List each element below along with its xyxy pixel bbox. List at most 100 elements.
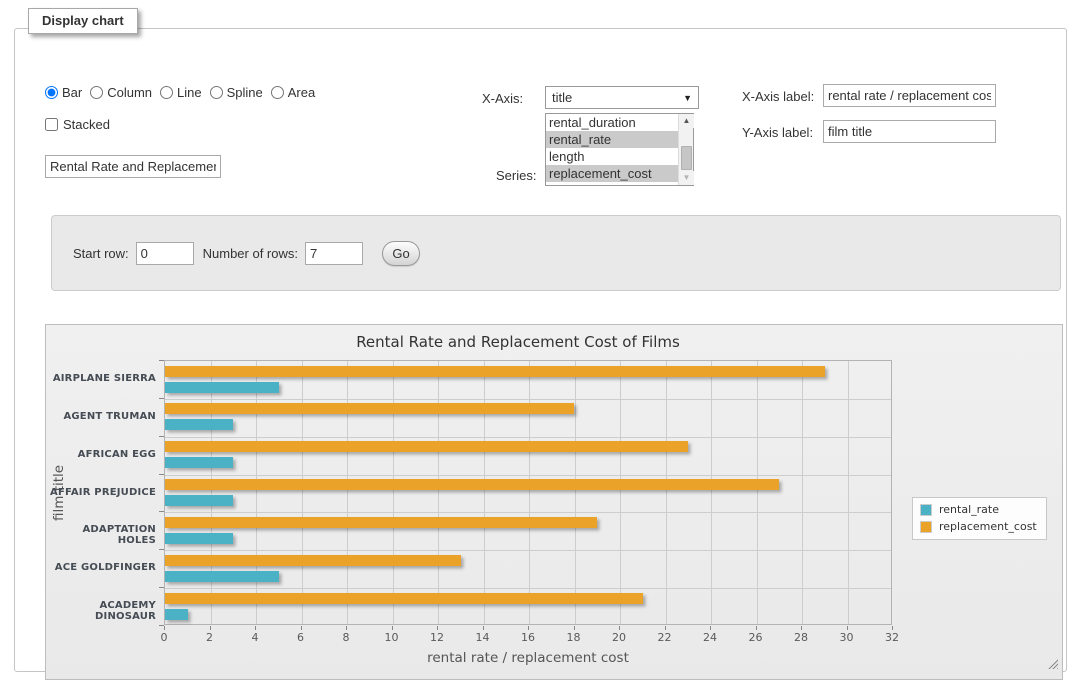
radio-column[interactable] [90, 86, 103, 99]
x-tick-mark [392, 626, 393, 630]
chart-x-axis-title: rental rate / replacement cost [164, 650, 892, 666]
x-tick-mark [437, 626, 438, 630]
x-tick-mark [847, 626, 848, 630]
x-tick-label: 6 [284, 631, 318, 644]
display-chart-fieldset: BarColumnLineSplineArea Stacked X-Axis: … [14, 28, 1067, 672]
radio-bar[interactable] [45, 86, 58, 99]
gridline-vertical [848, 361, 849, 624]
bar-rental_rate [165, 533, 233, 544]
legend-item-replacement_cost: replacement_cost [920, 520, 1037, 533]
gridline-vertical [802, 361, 803, 624]
category-label: ACADEMY DINOSAUR [46, 600, 156, 622]
x-tick-label: 14 [466, 631, 500, 644]
list-option-rental_duration[interactable]: rental_duration [546, 114, 678, 131]
gridline-vertical [529, 361, 530, 624]
chart-container: Rental Rate and Replacement Cost of Film… [45, 324, 1063, 680]
radio-option-area[interactable]: Area [271, 85, 315, 100]
x-tick-mark [665, 626, 666, 630]
series-select-label: Series: [496, 168, 536, 183]
bar-replacement_cost [165, 517, 597, 528]
gridline-horizontal [165, 588, 891, 589]
y-tick-mark [159, 474, 164, 475]
rows-panel: Start row: Number of rows: Go [51, 215, 1061, 291]
series-multiselect[interactable]: rental_durationrental_ratelengthreplacem… [545, 113, 694, 186]
category-label: ACE GOLDFINGER [46, 562, 156, 573]
y-tick-mark [159, 360, 164, 361]
x-tick-label: 20 [602, 631, 636, 644]
gridline-horizontal [165, 437, 891, 438]
x-tick-mark [892, 626, 893, 630]
x-tick-label: 32 [875, 631, 909, 644]
y-axis-label-label: Y-Axis label: [742, 125, 813, 140]
start-row-input[interactable] [136, 242, 194, 265]
y-tick-mark [159, 549, 164, 550]
stacked-label: Stacked [63, 117, 110, 132]
series-scrollbar[interactable]: ▲ ▼ [678, 114, 693, 185]
x-axis-label-label: X-Axis label: [742, 89, 814, 104]
scroll-down-icon[interactable]: ▼ [679, 171, 694, 185]
radio-label: Area [288, 85, 315, 100]
chart-type-options: Bar Column Line Spline Area [45, 85, 321, 100]
gridline-horizontal [165, 399, 891, 400]
y-tick-mark [159, 436, 164, 437]
scroll-up-icon[interactable]: ▲ [679, 114, 694, 128]
go-button[interactable]: Go [382, 241, 420, 266]
gridline-vertical [575, 361, 576, 624]
radio-option-line[interactable]: Line [160, 85, 202, 100]
x-tick-label: 24 [693, 631, 727, 644]
legend-label: replacement_cost [939, 520, 1037, 533]
stacked-checkbox[interactable] [45, 118, 58, 131]
radio-option-spline[interactable]: Spline [210, 85, 263, 100]
radio-line[interactable] [160, 86, 173, 99]
x-tick-mark [255, 626, 256, 630]
gridline-vertical [484, 361, 485, 624]
x-axis-select-label: X-Axis: [482, 91, 523, 106]
x-tick-label: 30 [830, 631, 864, 644]
radio-spline[interactable] [210, 86, 223, 99]
gridline-horizontal [165, 475, 891, 476]
x-axis-selected-value: title [552, 90, 683, 105]
gridline-vertical [347, 361, 348, 624]
list-option-replacement_cost[interactable]: replacement_cost [546, 165, 678, 182]
y-axis-label-input[interactable] [823, 120, 996, 143]
legend-item-rental_rate: rental_rate [920, 503, 1037, 516]
radio-label: Column [107, 85, 152, 100]
radio-option-bar[interactable]: Bar [45, 85, 82, 100]
x-tick-label: 2 [193, 631, 227, 644]
bar-replacement_cost [165, 403, 574, 414]
bar-rental_rate [165, 382, 279, 393]
number-of-rows-label: Number of rows: [203, 246, 298, 261]
x-tick-label: 4 [238, 631, 272, 644]
x-tick-mark [164, 626, 165, 630]
gridline-vertical [302, 361, 303, 624]
bar-rental_rate [165, 495, 233, 506]
bar-replacement_cost [165, 593, 643, 604]
bar-rental_rate [165, 457, 233, 468]
radio-option-column[interactable]: Column [90, 85, 152, 100]
radio-label: Line [177, 85, 202, 100]
chevron-down-icon: ▼ [683, 93, 692, 103]
scrollbar-thumb[interactable] [681, 146, 692, 170]
gridline-vertical [438, 361, 439, 624]
gridline-vertical [211, 361, 212, 624]
y-tick-mark [159, 587, 164, 588]
x-tick-label: 26 [739, 631, 773, 644]
fieldset-legend: Display chart [28, 8, 138, 34]
x-tick-mark [619, 626, 620, 630]
x-tick-label: 28 [784, 631, 818, 644]
page: BarColumnLineSplineArea Stacked X-Axis: … [0, 0, 1081, 681]
category-label: AFRICAN EGG [46, 449, 156, 460]
gridline-vertical [620, 361, 621, 624]
chart-title-input[interactable] [45, 155, 221, 178]
list-option-length[interactable]: length [546, 148, 678, 165]
gridline-vertical [666, 361, 667, 624]
gridline-horizontal [165, 550, 891, 551]
radio-label: Bar [62, 85, 82, 100]
x-axis-label-input[interactable] [823, 84, 996, 107]
x-axis-select[interactable]: title ▼ [545, 86, 699, 109]
number-of-rows-input[interactable] [305, 242, 363, 265]
radio-label: Spline [227, 85, 263, 100]
radio-area[interactable] [271, 86, 284, 99]
resize-handle-icon[interactable] [1047, 658, 1058, 669]
list-option-rental_rate[interactable]: rental_rate [546, 131, 678, 148]
